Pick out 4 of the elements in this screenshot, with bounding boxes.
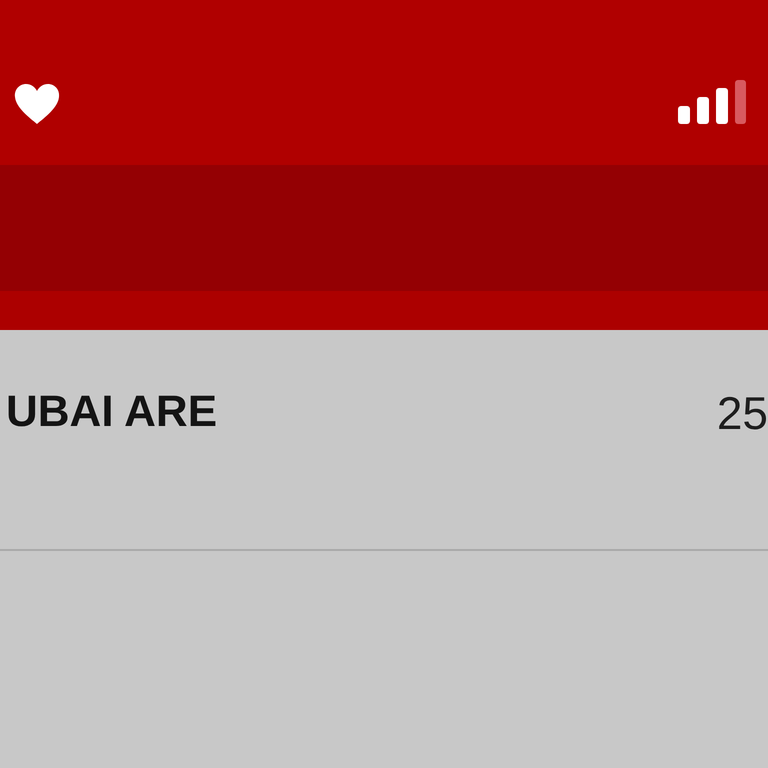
signal-icon (678, 80, 746, 124)
row-value: 25 (716, 390, 768, 436)
row-label: UBAI ARE (6, 390, 218, 434)
heart-icon[interactable] (14, 83, 60, 125)
